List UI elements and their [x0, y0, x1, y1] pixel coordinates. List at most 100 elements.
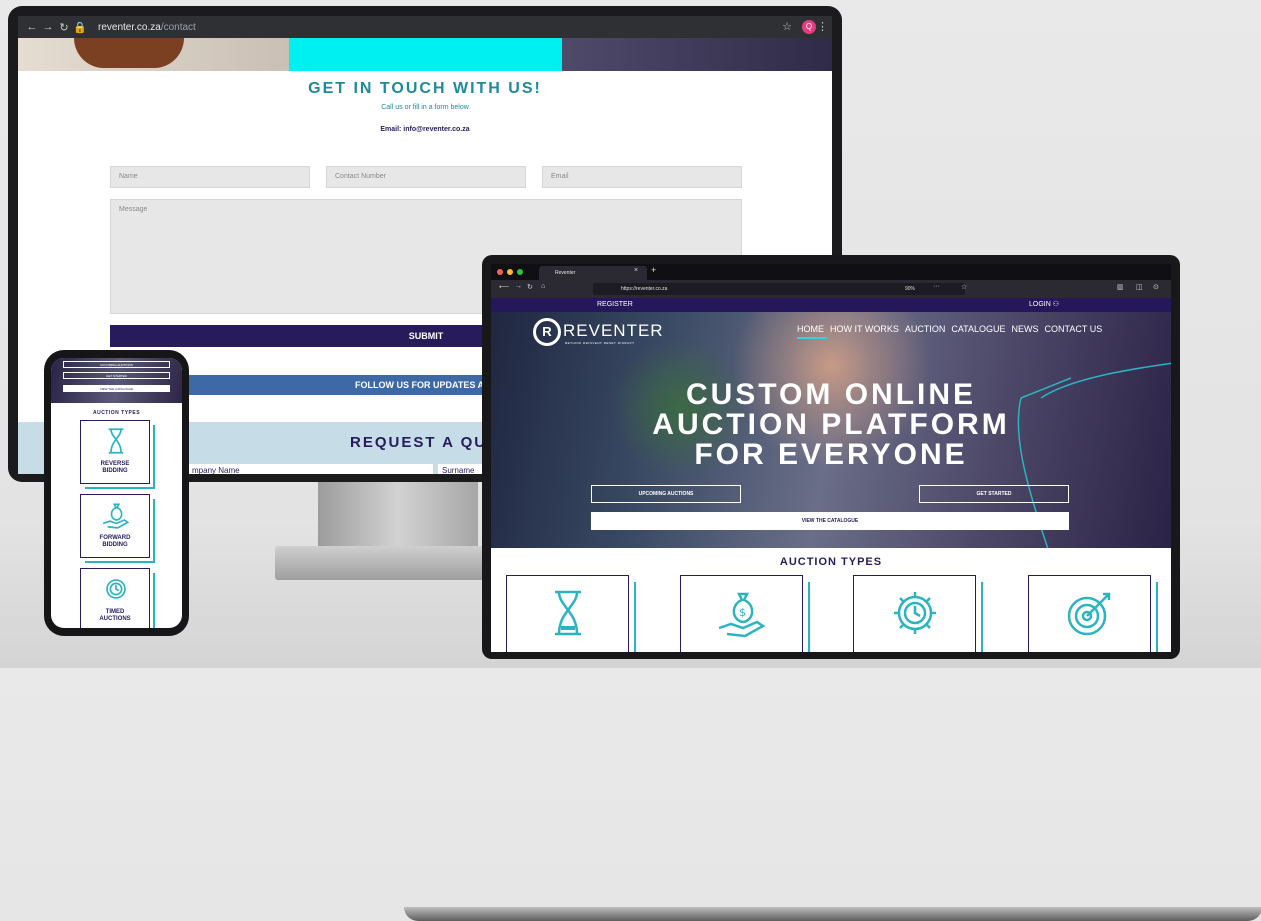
- nav-catalogue[interactable]: CATALOGUE: [951, 324, 1005, 334]
- contact-title: GET IN TOUCH WITH US!: [308, 80, 542, 97]
- reventer-logo[interactable]: R REVENTER RETHINK·REINVENT·RESET·DISRUP…: [533, 318, 673, 348]
- tab-close-icon[interactable]: ×: [634, 267, 638, 274]
- company-name-field[interactable]: mpany Name: [188, 464, 433, 474]
- forward-icon[interactable]: →: [515, 283, 522, 290]
- phone-screen: UPCOMING AUCTIONS GET STARTED VIEW THE C…: [51, 358, 182, 628]
- logo-tagline: RETHINK·REINVENT·RESET·DISRUPT: [565, 341, 635, 345]
- library-icon[interactable]: ▥: [1117, 283, 1124, 291]
- phone-hero: UPCOMING AUCTIONS GET STARTED VIEW THE C…: [51, 358, 182, 403]
- login-link[interactable]: LOGIN ⚇: [1029, 298, 1059, 312]
- auction-card-target[interactable]: [1028, 575, 1151, 652]
- reload-icon[interactable]: ↻: [56, 21, 72, 34]
- monitor-address-bar[interactable]: reventer.co.za/contact: [98, 22, 196, 33]
- phone-card-forward-bidding[interactable]: FORWARD BIDDING: [80, 494, 150, 558]
- lock-icon: 🔒: [73, 21, 87, 34]
- profile-avatar[interactable]: Q: [802, 20, 816, 34]
- phone-catalogue-button[interactable]: VIEW THE CATALOGUE: [63, 385, 170, 392]
- auction-card-timed[interactable]: [853, 575, 976, 652]
- more-icon[interactable]: ···: [933, 283, 940, 290]
- contact-subtitle: Call us or fill in a form below: [381, 104, 469, 111]
- account-icon[interactable]: ⊙: [1153, 283, 1159, 291]
- phone-get-started-button[interactable]: GET STARTED: [63, 372, 170, 379]
- card-label-line1: TIMED: [105, 609, 125, 615]
- money-bag-hand-icon: [102, 503, 130, 529]
- user-icon: ⚇: [1052, 301, 1060, 308]
- hero-line-1: CUSTOM ONLINE: [685, 378, 977, 411]
- nav-contact-us[interactable]: CONTACT US: [1045, 324, 1103, 334]
- laptop-browser-toolbar: ⟵ → ↻ ⌂ https://reventer.co.za 90% ··· ☆…: [491, 280, 1171, 298]
- bookmark-star-icon[interactable]: ☆: [961, 283, 967, 291]
- phone-auction-types-title: AUCTION TYPES: [92, 410, 141, 416]
- clock-gear-icon: [106, 579, 126, 599]
- laptop-screen: Reventer × + ⟵ → ↻ ⌂ https://reventer.co…: [491, 264, 1171, 652]
- monitor-browser-toolbar: ← → ↻ 🔒 reventer.co.za/contact ☆ Q ⋮: [18, 16, 832, 38]
- url-host: reventer.co.za: [98, 21, 161, 33]
- sidebar-icon[interactable]: ◫: [1136, 283, 1143, 291]
- nav-how-it-works[interactable]: HOW IT WORKS: [830, 324, 899, 334]
- card-label-line1: FORWARD: [99, 535, 131, 541]
- browser-menu-icon[interactable]: ⋮: [817, 20, 828, 33]
- zoom-level[interactable]: 90%: [905, 283, 915, 295]
- hourglass-icon: [555, 590, 581, 636]
- monitor-stand-neck: [318, 482, 478, 546]
- reload-icon[interactable]: ↻: [527, 283, 533, 291]
- nav-home[interactable]: HOME: [797, 324, 824, 334]
- hero-line-3: FOR EVERYONE: [694, 438, 968, 471]
- url-path: /contact: [160, 21, 196, 33]
- hero-line-2: AUCTION PLATFORM: [652, 408, 1010, 441]
- clock-gear-icon: [894, 592, 936, 634]
- card-label: FORWARD BIDDING: [81, 535, 149, 549]
- contact-email-line: Email: info@reventer.co.za: [380, 126, 470, 133]
- card-label-line2: BIDDING: [102, 542, 128, 548]
- card-label: REVERSE BIDDING: [81, 461, 149, 475]
- back-icon[interactable]: ⟵: [499, 283, 509, 291]
- money-bag-hand-icon: $: [718, 592, 766, 638]
- svg-text:$: $: [739, 606, 746, 619]
- laptop: Reventer × + ⟵ → ↻ ⌂ https://reventer.co…: [404, 255, 1261, 921]
- email-field[interactable]: Email: [542, 166, 742, 188]
- laptop-base: [404, 907, 1261, 921]
- get-started-button[interactable]: GET STARTED: [919, 485, 1069, 503]
- nav-active-underline: [797, 337, 827, 339]
- logo-mark-icon: R: [533, 318, 561, 346]
- banner-furniture-image: [74, 38, 184, 68]
- back-icon[interactable]: ←: [24, 21, 40, 33]
- phone-card-timed-auctions[interactable]: TIMED AUCTIONS: [80, 568, 150, 628]
- site-top-bar: REGISTER LOGIN ⚇: [491, 298, 1171, 312]
- name-field[interactable]: Name: [110, 166, 310, 188]
- main-navigation: HOME HOW IT WORKS AUCTION CATALOGUE NEWS…: [797, 324, 1127, 334]
- card-label-line1: REVERSE: [100, 461, 130, 467]
- new-tab-icon[interactable]: +: [651, 265, 656, 275]
- login-label: LOGIN: [1029, 301, 1051, 308]
- phone-upcoming-button[interactable]: UPCOMING AUCTIONS: [63, 361, 170, 368]
- forward-icon[interactable]: →: [40, 21, 56, 33]
- auction-types-title: AUCTION TYPES: [779, 556, 883, 568]
- bookmark-star-icon[interactable]: ☆: [782, 20, 792, 33]
- monitor-stand-base: [275, 546, 515, 580]
- hourglass-icon: [108, 428, 124, 454]
- card-label-line2: AUCTIONS: [99, 616, 131, 622]
- smartphone: UPCOMING AUCTIONS GET STARTED VIEW THE C…: [44, 350, 189, 636]
- register-link[interactable]: REGISTER: [597, 298, 633, 312]
- nav-auction[interactable]: AUCTION: [905, 324, 946, 334]
- nav-news[interactable]: NEWS: [1012, 324, 1039, 334]
- banner-right-panel: [562, 38, 832, 71]
- view-catalogue-button[interactable]: VIEW THE CATALOGUE: [591, 512, 1069, 530]
- phone-card-reverse-bidding[interactable]: REVERSE BIDDING: [80, 420, 150, 484]
- contact-number-field[interactable]: Contact Number: [326, 166, 526, 188]
- laptop-tab-strip: Reventer × +: [491, 264, 1171, 280]
- window-close-dot[interactable]: [497, 269, 503, 275]
- reventer-hero: REGISTER LOGIN ⚇ R REVENTER RETHINK·REIN…: [491, 298, 1171, 548]
- banner-cyan-panel: [289, 38, 562, 71]
- contact-banner-image: [18, 38, 832, 71]
- home-icon[interactable]: ⌂: [541, 283, 545, 290]
- card-label: TIMED AUCTIONS: [81, 609, 149, 623]
- upcoming-auctions-button[interactable]: UPCOMING AUCTIONS: [591, 485, 741, 503]
- window-minimize-dot[interactable]: [507, 269, 513, 275]
- window-zoom-dot[interactable]: [517, 269, 523, 275]
- auction-card-forward[interactable]: $: [680, 575, 803, 652]
- logo-text: REVENTER: [563, 321, 664, 340]
- auction-card-reverse[interactable]: [506, 575, 629, 652]
- target-arrow-icon: [1067, 592, 1111, 636]
- browser-tab[interactable]: Reventer: [539, 266, 647, 280]
